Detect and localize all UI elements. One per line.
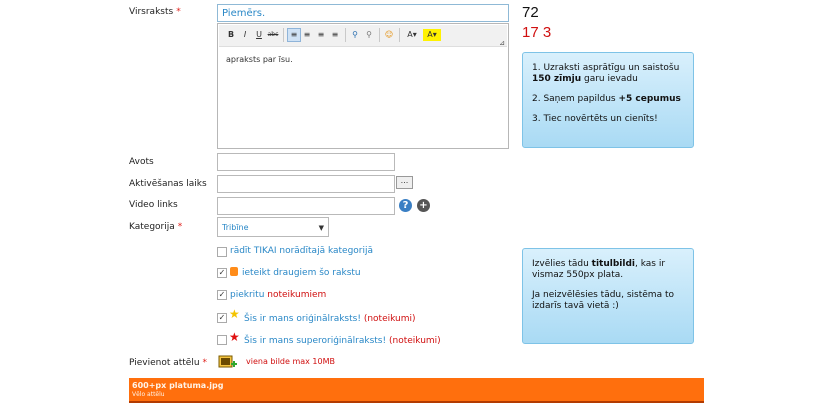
source-label: Avots [129,157,154,167]
underline-button[interactable]: U [253,29,265,41]
upload-bar-filename: 600+px platuma.jpg [132,381,224,390]
date-picker-button[interactable]: ... [396,176,413,189]
align-left-icon[interactable]: ≡ [287,28,301,42]
highlight-icon[interactable]: A▾ [423,29,441,41]
terms-link[interactable]: noteikumiem [267,290,326,300]
unlink-icon[interactable]: ⚲ [363,29,375,41]
editor-toolbar: B I U abc ≡ ≡ ≡ ≡ ⚲ ⚲ ☺ A▾ A▾ ⊿ [219,25,507,47]
source-input[interactable] [217,153,395,171]
link-icon[interactable]: ⚲ [349,29,361,41]
friends-icon [230,267,238,276]
category-label: Kategorija * [129,222,183,232]
star-icon: ★ [229,307,240,321]
activation-input[interactable] [217,175,395,193]
help-icon[interactable]: ? [399,199,412,212]
title-input[interactable]: Piemērs. [217,4,509,22]
align-right-icon[interactable]: ≡ [315,29,327,41]
category-select[interactable]: Tribīne ▼ [217,217,329,237]
original-terms-link[interactable]: noteikumi [367,314,412,324]
superoriginal-checkbox[interactable] [217,335,227,345]
editor-resize-icon[interactable]: ⊿ [499,39,505,47]
bold-button[interactable]: B [225,29,237,41]
original-checkbox[interactable]: ✓ [217,313,227,323]
chevron-down-icon: ▼ [318,224,324,232]
emoticon-icon[interactable]: ☺ [383,29,395,41]
superoriginal-terms-link[interactable]: noteikumi [392,336,437,346]
image-label: Pievienot attēlu * [129,358,208,368]
editor-content[interactable]: apraksts par īsu. [226,55,293,64]
agree-checkbox[interactable]: ✓ [217,290,227,300]
activation-label: Aktivēšanas laiks [129,179,207,189]
only-category-label: rādīt TIKAI norādītajā kategorijā [230,246,374,256]
image-upload-bar[interactable]: 600+px platuma.jpg Vēlo attēlu [129,378,704,403]
recommend-checkbox[interactable]: ✓ [217,268,227,278]
description-editor[interactable]: B I U abc ≡ ≡ ≡ ≡ ⚲ ⚲ ☺ A▾ A▾ ⊿ apraksts… [217,23,509,149]
title-label: Virsraksts * [129,7,181,17]
red-star-icon: ★ [229,330,240,344]
video-label: Video links [129,200,178,210]
tips-box: 1. Uzraksti asprātīgu un saistošu 150 zī… [522,52,694,148]
add-icon[interactable]: + [417,199,430,212]
text-color-icon[interactable]: A▾ [403,29,421,41]
secondary-counter: 17 3 [522,24,552,41]
upload-bar-subtext: Vēlo attēlu [132,391,165,398]
char-counter: 72 [522,4,539,21]
only-category-checkbox[interactable] [217,247,227,257]
strikethrough-button[interactable]: abc [267,29,279,41]
agree-label: piekritu noteikumiem [230,290,327,300]
recommend-label: ieteikt draugiem šo rakstu [242,268,361,278]
video-input[interactable] [217,197,395,215]
justify-icon[interactable]: ≡ [329,29,341,41]
title-image-tip-box: Izvēlies tādu titulbildi, kas ir vismaz … [522,248,694,344]
image-size-hint: viena bilde max 10MB [246,357,336,366]
italic-button[interactable]: I [239,29,251,41]
original-label: Šis ir mans oriģinālraksts! (noteikumi) [244,314,416,324]
align-center-icon[interactable]: ≡ [301,29,313,41]
superoriginal-label: Šis ir mans superoriģinālraksts! (noteik… [244,336,441,346]
add-image-icon[interactable] [218,355,238,371]
